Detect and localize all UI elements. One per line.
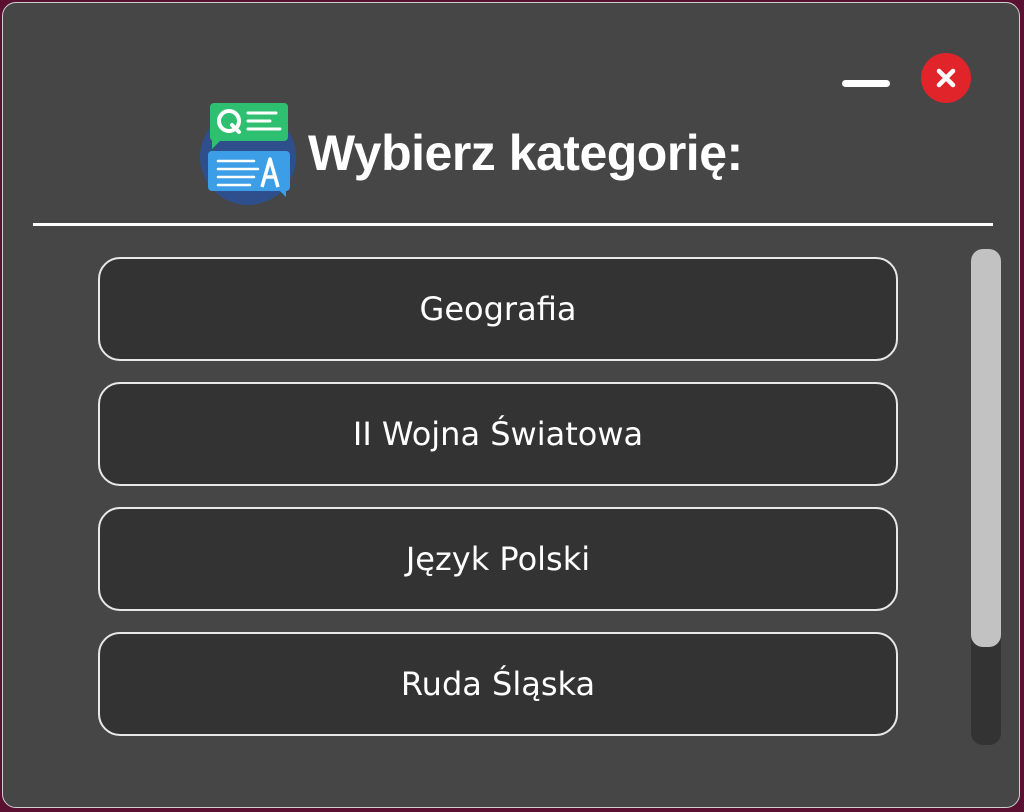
- category-button-ruda-slaska[interactable]: Ruda Śląska: [98, 632, 898, 736]
- close-icon: [936, 68, 956, 88]
- category-list: Geografia II Wojna Światowa Język Polski…: [98, 257, 898, 757]
- category-button-jezyk-polski[interactable]: Język Polski: [98, 507, 898, 611]
- category-button-geografia[interactable]: Geografia: [98, 257, 898, 361]
- minimize-icon: [842, 79, 890, 87]
- header: Wybierz kategorię:: [198, 101, 743, 205]
- scrollbar[interactable]: [971, 249, 1001, 745]
- scrollbar-thumb[interactable]: [971, 249, 1001, 647]
- minimize-button[interactable]: [841, 77, 891, 89]
- close-button[interactable]: [921, 53, 971, 103]
- category-button-ii-wojna-swiatowa[interactable]: II Wojna Światowa: [98, 382, 898, 486]
- quiz-qa-icon: [200, 103, 296, 205]
- page-title: Wybierz kategorię:: [308, 125, 743, 181]
- category-window: Wybierz kategorię: Geografia II Wojna Św…: [2, 2, 1020, 808]
- divider: [33, 223, 993, 226]
